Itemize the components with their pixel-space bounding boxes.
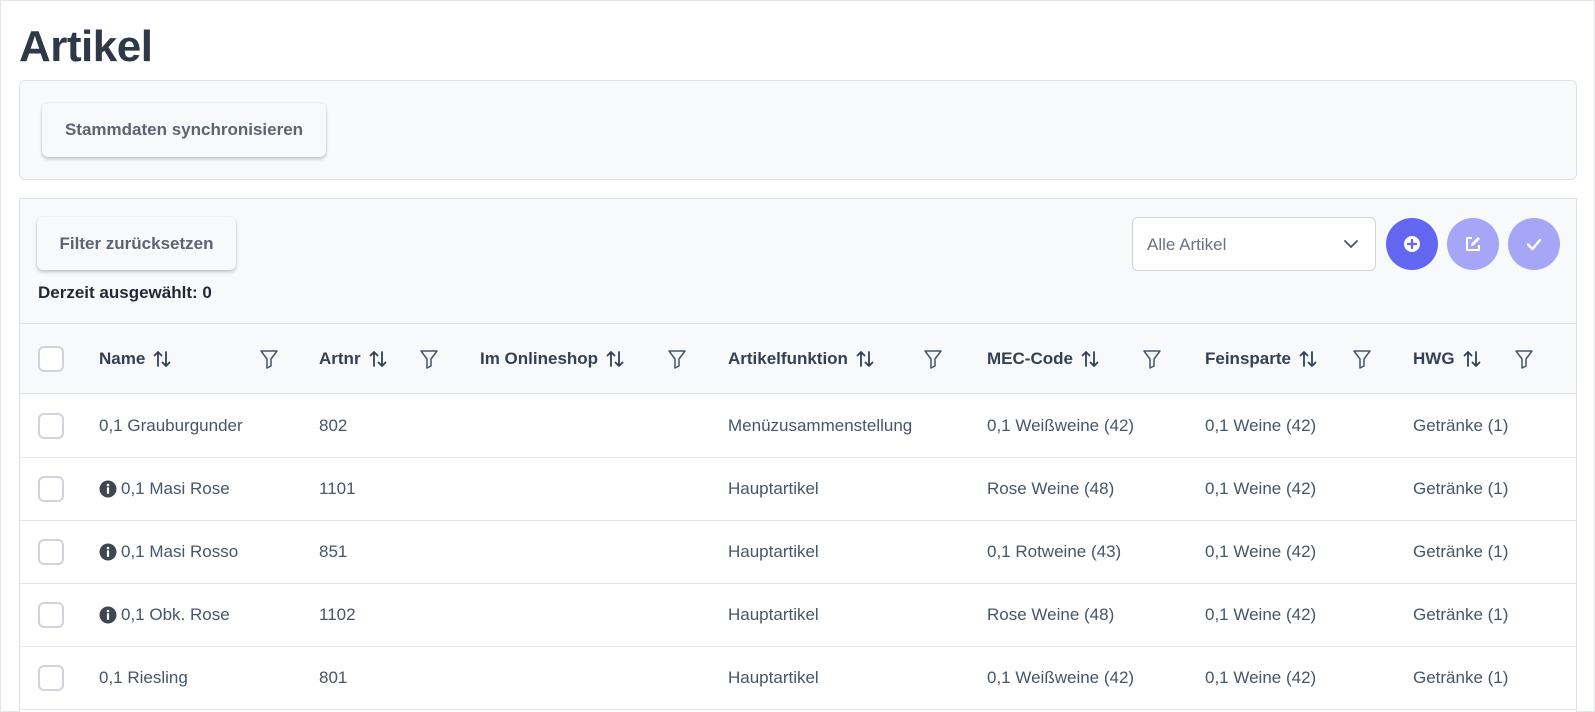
table-row[interactable]: 0,1 Masi Rosso 851 Hauptartikel 0,1 Rotwein… bbox=[20, 521, 1576, 584]
cell-mec: 0,1 Rotweine (43) bbox=[987, 542, 1122, 561]
filter-icon[interactable] bbox=[419, 348, 439, 370]
column-header-onlineshop[interactable]: Im Onlineshop bbox=[480, 324, 626, 393]
cell-funktion: Menüzusammenstellung bbox=[728, 416, 913, 435]
sync-master-data-button[interactable]: Stammdaten synchronisieren bbox=[42, 103, 326, 157]
cell-hwg: Getränke (1) bbox=[1413, 605, 1509, 624]
cell-name: 0,1 Masi Rose bbox=[99, 458, 230, 520]
row-checkbox[interactable] bbox=[38, 665, 64, 691]
sort-icon[interactable] bbox=[367, 348, 389, 370]
filter-icon[interactable] bbox=[259, 348, 279, 370]
confirm-button[interactable] bbox=[1508, 218, 1560, 270]
cell-feinsparte: 0,1 Weine (42) bbox=[1205, 668, 1317, 687]
filter-icon[interactable] bbox=[1352, 348, 1372, 370]
cell-hwg: Getränke (1) bbox=[1413, 416, 1509, 435]
cell-artnr: 1101 bbox=[319, 479, 356, 498]
cell-feinsparte: 0,1 Weine (42) bbox=[1205, 479, 1317, 498]
cell-name: 0,1 Grauburgunder bbox=[99, 416, 243, 435]
cell-feinsparte: 0,1 Weine (42) bbox=[1205, 542, 1317, 561]
column-header-artikelfunktion[interactable]: Artikelfunktion bbox=[728, 324, 876, 393]
cell-name: 0,1 Masi Rosso bbox=[99, 521, 238, 583]
table-row[interactable]: 0,1 Obk. Rose 1102 Hauptartikel Rose Weine … bbox=[20, 584, 1576, 647]
toolbar-panel: Stammdaten synchronisieren bbox=[19, 80, 1577, 180]
table-header-row: Name Artnr Im Onlineshop Artikelfunktion… bbox=[20, 324, 1576, 394]
app-frame: Artikel Stammdaten synchronisieren Filte… bbox=[0, 0, 1595, 712]
cell-feinsparte: 0,1 Weine (42) bbox=[1205, 605, 1317, 624]
column-header-feinsparte[interactable]: Feinsparte bbox=[1205, 324, 1319, 393]
row-checkbox[interactable] bbox=[38, 413, 64, 439]
cell-funktion: Hauptartikel bbox=[728, 542, 819, 561]
row-checkbox[interactable] bbox=[38, 602, 64, 628]
selected-count-text: Derzeit ausgewählt: 0 bbox=[38, 283, 212, 302]
dropdown-value: Alle Artikel bbox=[1147, 235, 1227, 254]
select-all-checkbox[interactable] bbox=[38, 346, 64, 372]
cell-funktion: Hauptartikel bbox=[728, 479, 819, 498]
sort-icon[interactable] bbox=[854, 348, 876, 370]
cell-artnr: 851 bbox=[319, 542, 348, 561]
column-header-name[interactable]: Name bbox=[99, 324, 173, 393]
cell-artnr: 802 bbox=[319, 416, 348, 435]
table-row[interactable]: 0,1 Masi Rose 1101 Hauptartikel Rose Weine … bbox=[20, 458, 1576, 521]
filter-icon[interactable] bbox=[667, 348, 687, 370]
cell-mec: Rose Weine (48) bbox=[987, 605, 1115, 624]
info-icon[interactable] bbox=[99, 606, 117, 624]
cell-hwg: Getränke (1) bbox=[1413, 668, 1509, 687]
filter-icon[interactable] bbox=[923, 348, 943, 370]
chevron-down-icon bbox=[1344, 240, 1358, 248]
add-article-button[interactable] bbox=[1386, 218, 1438, 270]
articles-table: Filter zurücksetzen Derzeit ausgewählt: … bbox=[19, 198, 1577, 712]
check-icon bbox=[1526, 238, 1542, 251]
sort-icon[interactable] bbox=[1079, 348, 1101, 370]
table-row[interactable]: 0,1 Riesling 801 Hauptartikel 0,1 Weißweine… bbox=[20, 647, 1576, 710]
cell-funktion: Hauptartikel bbox=[728, 605, 819, 624]
row-checkbox[interactable] bbox=[38, 539, 64, 565]
cell-name: 0,1 Obk. Rose bbox=[99, 584, 230, 646]
table-toolbar: Filter zurücksetzen Derzeit ausgewählt: … bbox=[20, 199, 1576, 324]
cell-mec: 0,1 Weißweine (42) bbox=[987, 416, 1135, 435]
article-scope-dropdown[interactable]: Alle Artikel bbox=[1132, 217, 1376, 271]
column-header-hwg[interactable]: HWG bbox=[1413, 324, 1483, 393]
edit-article-button[interactable] bbox=[1447, 218, 1499, 270]
cell-name: 0,1 Riesling bbox=[99, 668, 188, 687]
table-row[interactable]: 0,1 Grauburgunder 802 Menüzusammenstellung… bbox=[20, 395, 1576, 458]
cell-hwg: Getränke (1) bbox=[1413, 479, 1509, 498]
cell-funktion: Hauptartikel bbox=[728, 668, 819, 687]
filter-icon[interactable] bbox=[1514, 348, 1534, 370]
reset-filter-button[interactable]: Filter zurücksetzen bbox=[37, 217, 236, 270]
column-header-mec-code[interactable]: MEC-Code bbox=[987, 324, 1101, 393]
cell-mec: 0,1 Weißweine (42) bbox=[987, 668, 1135, 687]
cell-hwg: Getränke (1) bbox=[1413, 542, 1509, 561]
cell-feinsparte: 0,1 Weine (42) bbox=[1205, 416, 1317, 435]
sort-icon[interactable] bbox=[1461, 348, 1483, 370]
page-title: Artikel bbox=[19, 22, 153, 71]
filter-icon[interactable] bbox=[1142, 348, 1162, 370]
edit-icon bbox=[1466, 237, 1480, 251]
cell-artnr: 1102 bbox=[319, 605, 356, 624]
cell-mec: Rose Weine (48) bbox=[987, 479, 1115, 498]
sort-icon[interactable] bbox=[1297, 348, 1319, 370]
plus-circle-icon bbox=[1404, 236, 1420, 252]
cell-artnr: 801 bbox=[319, 668, 348, 687]
column-header-artnr[interactable]: Artnr bbox=[319, 324, 389, 393]
row-checkbox[interactable] bbox=[38, 476, 64, 502]
info-icon[interactable] bbox=[99, 543, 117, 561]
sort-icon[interactable] bbox=[151, 348, 173, 370]
info-icon[interactable] bbox=[99, 480, 117, 498]
sort-icon[interactable] bbox=[604, 348, 626, 370]
